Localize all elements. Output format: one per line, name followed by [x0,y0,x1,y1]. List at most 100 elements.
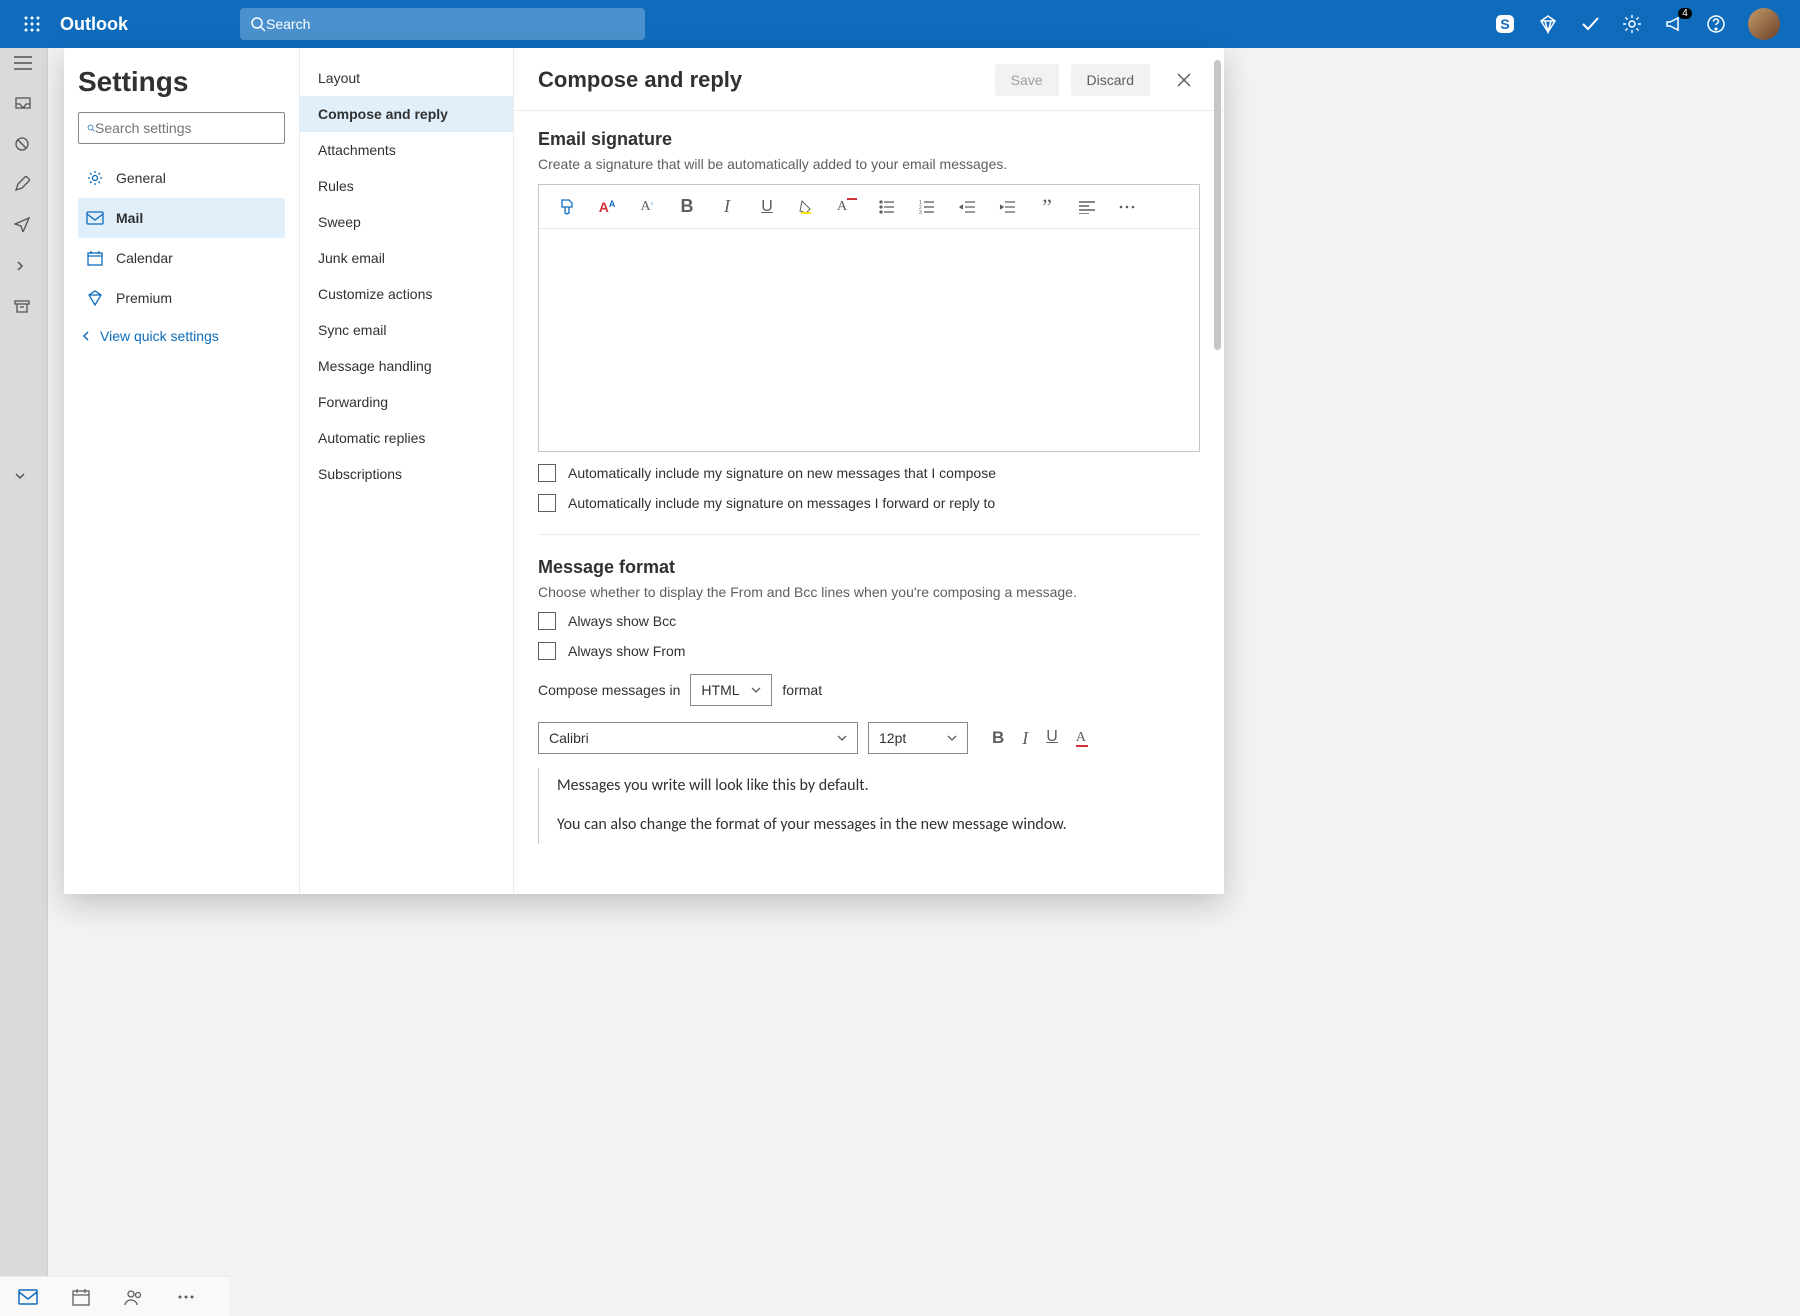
default-font-row: Calibri 12pt B I U A [538,722,1200,754]
compose-prefix-label: Compose messages in [538,682,680,698]
settings-detail-panel: Compose and reply Save Discard Email sig… [514,48,1224,894]
subnav-compose-and-reply[interactable]: Compose and reply [300,96,513,132]
category-calendar[interactable]: Calendar [78,238,285,278]
profile-avatar[interactable] [1748,8,1780,40]
category-label: General [116,170,166,186]
settings-title: Settings [78,66,285,98]
font-family-dropdown[interactable]: Calibri [538,722,858,754]
subnav-attachments[interactable]: Attachments [300,132,513,168]
app-launcher-button[interactable] [8,0,56,48]
underline-icon[interactable]: U [1046,728,1058,749]
more-formatting-icon[interactable] [1117,205,1137,209]
italic-icon[interactable]: I [717,196,737,217]
global-search[interactable] [240,8,645,40]
font-size-dropdown[interactable]: 12pt [868,722,968,754]
subnav-sweep[interactable]: Sweep [300,204,513,240]
chevron-left-icon [80,330,92,342]
mail-module-icon[interactable] [18,1289,38,1305]
category-general[interactable]: General [78,158,285,198]
detail-body: Email signature Create a signature that … [514,110,1224,894]
settings-search[interactable] [78,112,285,144]
announcement-badge: 4 [1678,8,1692,19]
font-size-icon[interactable]: A◦ [637,199,657,215]
top-bar: Outlook S 4 [0,0,1800,48]
discard-button[interactable]: Discard [1071,64,1150,96]
save-button[interactable]: Save [995,64,1059,96]
underline-icon[interactable]: U [757,198,777,216]
subnav-layout[interactable]: Layout [300,60,513,96]
search-icon [250,16,266,32]
checkbox-icon [538,612,556,630]
preview-line-2: You can also change the format of your m… [557,811,1200,840]
settings-search-input[interactable] [95,120,276,136]
signature-desc: Create a signature that will be automati… [538,156,1200,172]
waffle-icon [24,16,40,32]
subnav-forwarding[interactable]: Forwarding [300,384,513,420]
subnav-message-handling[interactable]: Message handling [300,348,513,384]
task-check-icon[interactable] [1580,14,1600,34]
settings-categories-panel: Settings General Mail Calendar Premium [64,48,300,894]
help-icon[interactable] [1706,14,1726,34]
bold-icon[interactable]: B [992,728,1004,749]
subnav-sync-email[interactable]: Sync email [300,312,513,348]
indent-icon[interactable] [997,200,1017,214]
calendar-module-icon[interactable] [72,1288,90,1306]
font-color-icon[interactable]: A [1076,728,1088,749]
italic-icon[interactable]: I [1022,728,1028,749]
signature-include-new-checkbox[interactable]: Automatically include my signature on ne… [538,464,1200,482]
compose-format-row: Compose messages in HTML format [538,674,1200,706]
always-show-from-checkbox[interactable]: Always show From [538,642,1200,660]
chevron-down-icon [947,735,957,741]
skype-icon[interactable]: S [1494,13,1516,35]
subnav-junk-email[interactable]: Junk email [300,240,513,276]
subnav-automatic-replies[interactable]: Automatic replies [300,420,513,456]
compose-format-dropdown[interactable]: HTML [690,674,772,706]
font-color-icon[interactable]: A [837,199,857,215]
always-show-bcc-checkbox[interactable]: Always show Bcc [538,612,1200,630]
format-painter-icon[interactable] [557,198,577,216]
settings-gear-icon[interactable] [1622,14,1642,34]
view-quick-settings-link[interactable]: View quick settings [78,328,285,344]
category-label: Mail [116,210,143,226]
signature-include-reply-checkbox[interactable]: Automatically include my signature on me… [538,494,1200,512]
settings-category-list: General Mail Calendar Premium [78,158,285,318]
default-style-icons: B I U A [992,728,1088,749]
gear-icon [86,170,104,186]
settings-subnav-list: Layout Compose and reply Attachments Rul… [300,60,513,492]
numbering-icon[interactable]: 123 [917,200,937,214]
announcements-icon[interactable]: 4 [1664,14,1684,34]
align-icon[interactable] [1077,200,1097,214]
people-module-icon[interactable] [124,1288,144,1306]
font-icon[interactable]: AA [597,199,617,215]
highlight-icon[interactable] [797,199,817,215]
settings-modal: Settings General Mail Calendar Premium [64,48,1224,894]
global-search-input[interactable] [266,16,635,32]
search-icon [87,120,95,136]
subnav-rules[interactable]: Rules [300,168,513,204]
compose-suffix-label: format [782,682,822,698]
more-modules-icon[interactable] [178,1295,194,1299]
outdent-icon[interactable] [957,200,977,214]
diamond-icon[interactable] [1538,14,1558,34]
signature-toolbar: AA A◦ B I U A 123 ” [539,185,1199,229]
settings-subnav-panel: Layout Compose and reply Attachments Rul… [300,48,514,894]
scrollbar-thumb[interactable] [1214,110,1221,350]
signature-editor[interactable]: AA A◦ B I U A 123 ” [538,184,1200,452]
bold-icon[interactable]: B [677,196,697,217]
subnav-customize-actions[interactable]: Customize actions [300,276,513,312]
calendar-icon [86,250,104,266]
svg-text:3: 3 [919,210,922,214]
detail-header: Compose and reply Save Discard [514,48,1224,110]
category-label: Calendar [116,250,173,266]
format-desc: Choose whether to display the From and B… [538,584,1200,600]
svg-text:S: S [1500,16,1509,32]
brand-label: Outlook [60,14,128,35]
close-button[interactable] [1168,64,1200,96]
subnav-subscriptions[interactable]: Subscriptions [300,456,513,492]
category-mail[interactable]: Mail [78,198,285,238]
detail-title: Compose and reply [538,67,995,93]
format-heading: Message format [538,557,1200,578]
quote-icon[interactable]: ” [1037,194,1057,220]
bullets-icon[interactable] [877,200,897,214]
category-premium[interactable]: Premium [78,278,285,318]
